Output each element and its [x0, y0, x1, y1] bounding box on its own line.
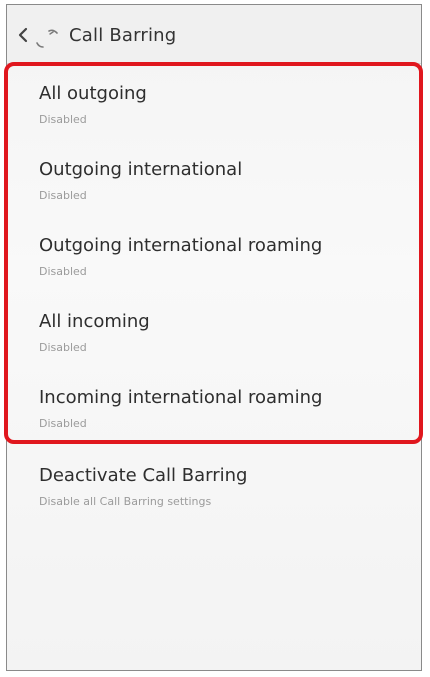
list-item-summary: Disabled [39, 265, 87, 278]
action-bar: Call Barring [7, 5, 421, 64]
page-title: Call Barring [69, 25, 177, 46]
list-item-title: Outgoing international [39, 159, 243, 180]
list-item-outgoing-international-roaming[interactable]: Outgoing international roaming Disabled [7, 225, 421, 301]
phone-settings-icon [36, 29, 58, 48]
list-item-incoming-international-roaming[interactable]: Incoming international roaming Disabled [7, 377, 421, 453]
list-item-summary: Disabled [39, 341, 87, 354]
list-item-summary: Disable all Call Barring settings [39, 495, 212, 508]
list-item-outgoing-international[interactable]: Outgoing international Disabled [7, 149, 421, 225]
list-item-summary: Disabled [39, 113, 87, 126]
list-item-title: Deactivate Call Barring [39, 465, 248, 486]
list-item-title: Outgoing international roaming [39, 235, 323, 256]
list-item-all-outgoing[interactable]: All outgoing Disabled [7, 73, 421, 149]
list-item-title: All outgoing [39, 83, 147, 104]
settings-screen: Call Barring All outgoing Disabled Outgo… [6, 4, 422, 671]
list-item-summary: Disabled [39, 189, 87, 202]
list-item-all-incoming[interactable]: All incoming Disabled [7, 301, 421, 377]
chevron-left-icon[interactable] [14, 25, 34, 45]
list-item-summary: Disabled [39, 417, 87, 430]
deactivate-call-barring-item[interactable]: Deactivate Call Barring Disable all Call… [7, 455, 421, 531]
list-item-title: Incoming international roaming [39, 387, 323, 408]
call-barring-list: All outgoing Disabled Outgoing internati… [7, 73, 421, 453]
list-item-title: All incoming [39, 311, 150, 332]
